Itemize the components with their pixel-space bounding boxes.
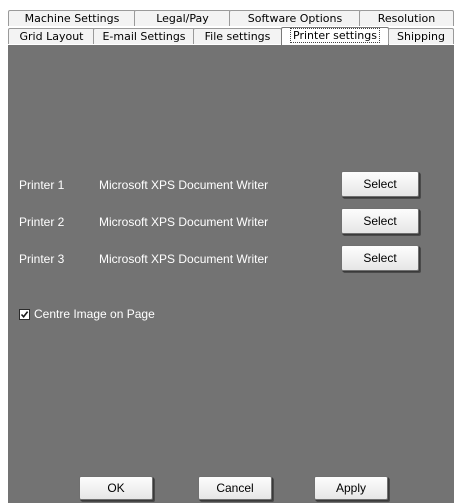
ok-button[interactable]: OK bbox=[79, 476, 153, 500]
checkmark-icon bbox=[20, 310, 29, 318]
tab-email-settings[interactable]: E-mail Settings bbox=[93, 28, 195, 44]
tab-file-settings[interactable]: File settings bbox=[193, 28, 282, 44]
apply-button[interactable]: Apply bbox=[314, 476, 388, 500]
tab-label: E-mail Settings bbox=[102, 30, 186, 43]
printer-2-select-button[interactable]: Select bbox=[341, 208, 419, 234]
tab-label: Software Options bbox=[247, 12, 343, 25]
printer-1-label: Printer 1 bbox=[19, 178, 65, 192]
centre-image-label: Centre Image on Page bbox=[34, 307, 155, 321]
tab-label: Printer settings bbox=[290, 28, 380, 43]
printer-settings-panel: Printer 1 Microsoft XPS Document Writer … bbox=[8, 45, 454, 503]
tab-strip: Machine Settings Legal/Pay Software Opti… bbox=[8, 10, 454, 45]
printer-2-label: Printer 2 bbox=[19, 215, 65, 229]
printer-1-name: Microsoft XPS Document Writer bbox=[99, 178, 269, 192]
centre-image-option[interactable]: Centre Image on Page bbox=[19, 307, 155, 321]
printer-3-name: Microsoft XPS Document Writer bbox=[99, 252, 269, 266]
cancel-button[interactable]: Cancel bbox=[198, 476, 272, 500]
tab-label: Shipping bbox=[397, 30, 445, 43]
tab-label: Legal/Pay bbox=[156, 12, 209, 25]
printer-3-select-button[interactable]: Select bbox=[341, 245, 419, 271]
tab-label: Grid Layout bbox=[19, 30, 84, 43]
centre-image-checkbox[interactable] bbox=[19, 308, 30, 320]
printer-1-select-button[interactable]: Select bbox=[341, 171, 419, 197]
tab-resolution[interactable]: Resolution bbox=[359, 10, 454, 26]
tab-legal-pay[interactable]: Legal/Pay bbox=[134, 10, 231, 26]
tab-printer-settings[interactable]: Printer settings bbox=[281, 27, 389, 45]
tab-label: File settings bbox=[204, 30, 271, 43]
printer-3-label: Printer 3 bbox=[19, 252, 65, 266]
printer-2-name: Microsoft XPS Document Writer bbox=[99, 215, 269, 229]
tab-machine-settings[interactable]: Machine Settings bbox=[8, 10, 136, 26]
tab-grid-layout[interactable]: Grid Layout bbox=[8, 28, 95, 44]
tab-label: Resolution bbox=[377, 12, 436, 25]
tab-shipping[interactable]: Shipping bbox=[388, 28, 454, 44]
tab-software-options[interactable]: Software Options bbox=[229, 10, 361, 26]
tab-label: Machine Settings bbox=[24, 12, 120, 25]
